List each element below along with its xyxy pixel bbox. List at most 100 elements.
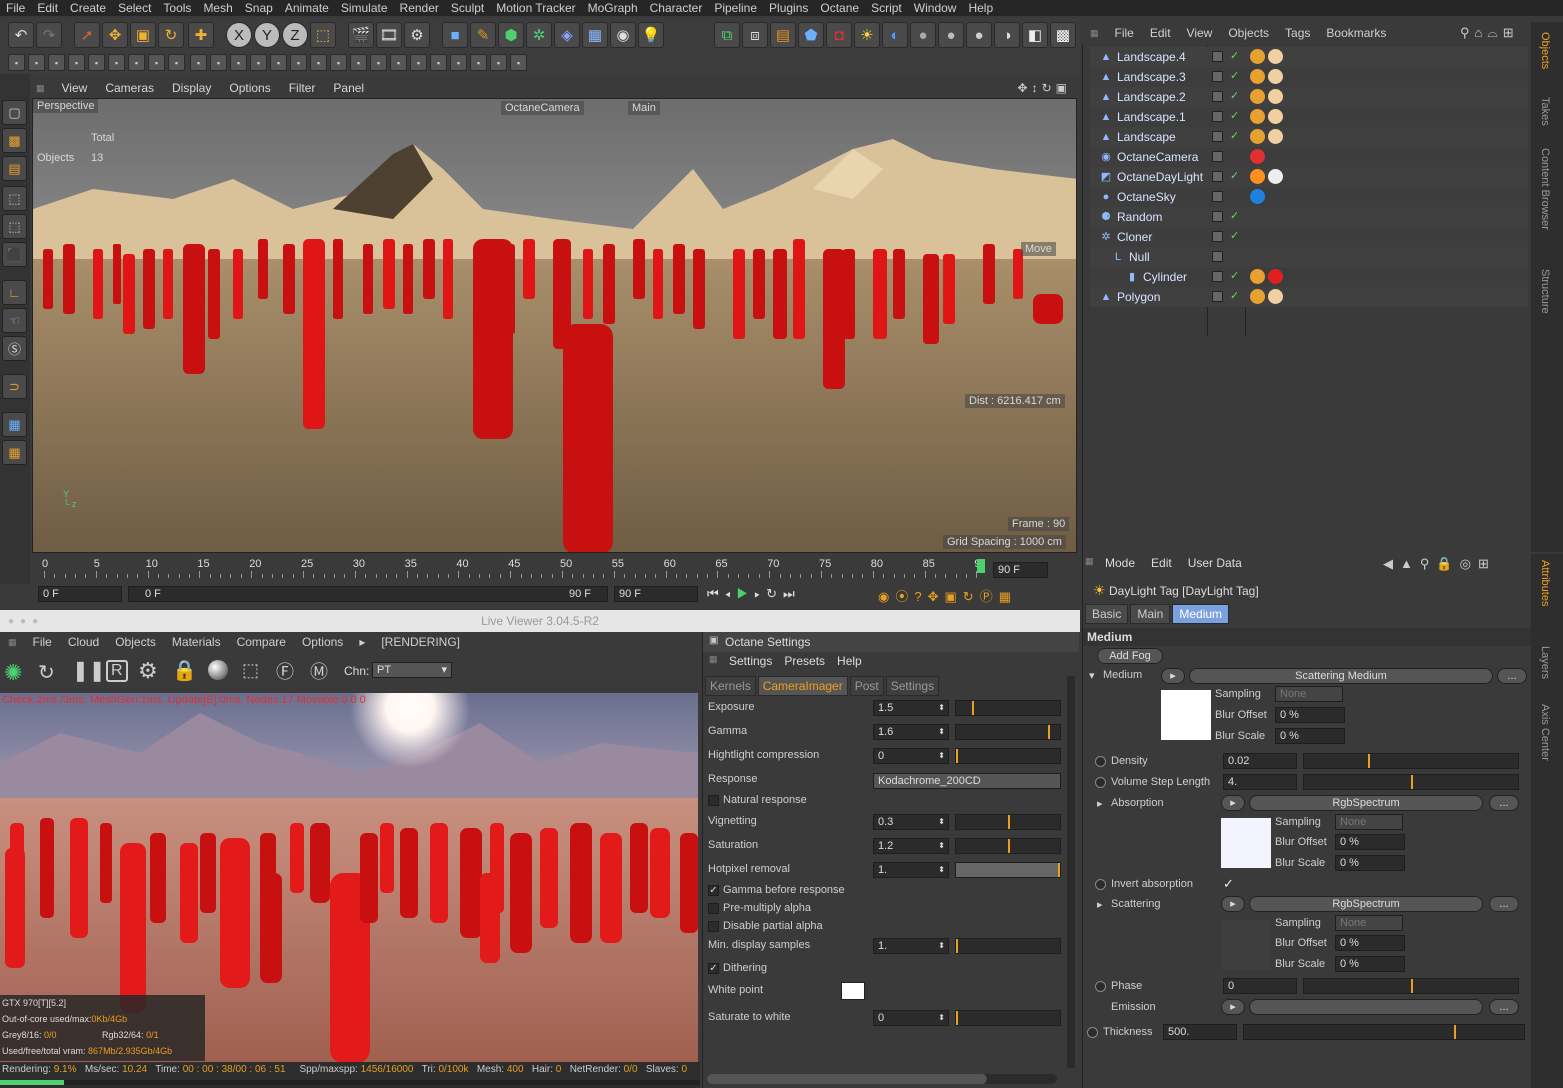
tag-icon[interactable]	[1268, 89, 1283, 104]
object-name[interactable]: Landscape	[1117, 130, 1176, 144]
object-name[interactable]: Landscape.1	[1117, 110, 1186, 124]
help-key-icon[interactable]: ?	[914, 589, 927, 604]
invert-absorption-radio[interactable]	[1095, 879, 1106, 890]
tag-icon[interactable]	[1268, 269, 1283, 284]
tag-icon[interactable]	[1250, 69, 1265, 84]
material-pin-icon[interactable]: Ⓜ	[310, 658, 328, 684]
blur-scale-field-1[interactable]: 0 %	[1275, 728, 1345, 744]
object-name[interactable]: Landscape.2	[1117, 90, 1186, 104]
sub-tool-20-icon[interactable]: ▪	[390, 54, 407, 71]
tag-icon[interactable]	[1250, 269, 1265, 284]
menu-octane[interactable]: Octane	[814, 1, 865, 15]
tag-icon[interactable]	[1268, 69, 1283, 84]
stepper-icon[interactable]: ⬍	[938, 701, 945, 715]
object-name[interactable]: OctaneDayLight	[1117, 170, 1203, 184]
absorption-value-button[interactable]: RgbSpectrum	[1249, 795, 1483, 811]
thickness-field[interactable]: 500.	[1163, 1024, 1237, 1040]
slider-handle[interactable]	[1454, 1025, 1456, 1039]
object-name[interactable]: OctaneCamera	[1117, 150, 1198, 164]
octane-material-4-icon[interactable]: ◑	[994, 22, 1020, 48]
range-slider[interactable]: 0 F 90 F	[128, 586, 608, 602]
attr-tab-main[interactable]: Main	[1130, 604, 1171, 624]
density-radio[interactable]	[1095, 756, 1106, 767]
3d-viewport[interactable]: Perspective OctaneCamera Main Total Obje…	[32, 98, 1077, 553]
loop-icon[interactable]: ↻	[766, 586, 783, 601]
emission-more-button[interactable]: ...	[1489, 999, 1519, 1015]
gamma-field[interactable]: 1.6 ⬍	[873, 724, 949, 740]
sub-tool-25-icon[interactable]: ▪	[490, 54, 507, 71]
slider-handle[interactable]	[956, 1011, 958, 1025]
visibility-toggle[interactable]	[1212, 271, 1223, 282]
sub-tool-12-icon[interactable]: ▪	[230, 54, 247, 71]
object-row[interactable]: ◩ OctaneDayLight ✓	[1090, 167, 1528, 187]
live-select-icon[interactable]: ✚	[188, 22, 214, 48]
sub-tool-7-icon[interactable]: ▪	[128, 54, 145, 71]
stepper-icon[interactable]: ⬍	[938, 863, 945, 877]
next-key-icon[interactable]: ▸	[754, 586, 766, 601]
slider-handle[interactable]	[1008, 839, 1010, 853]
emission-value-button[interactable]	[1249, 999, 1483, 1015]
blur-scale-field-2[interactable]: 0 %	[1335, 855, 1405, 871]
medium-arrow-button[interactable]: ▸	[1161, 668, 1185, 684]
hightlight-compression-field[interactable]: 0 ⬍	[873, 748, 949, 764]
light-icon[interactable]: 💡	[638, 22, 664, 48]
sub-tool-22-icon[interactable]: ▪	[430, 54, 447, 71]
tag-icon[interactable]	[1250, 189, 1265, 204]
octane-render-icon[interactable]: ⬟	[798, 22, 824, 48]
deformer-icon[interactable]: ◈	[554, 22, 580, 48]
floor-icon[interactable]: ▦	[582, 22, 608, 48]
menu-render[interactable]: Render	[394, 1, 445, 15]
scattering-arrow-button[interactable]: ▸	[1221, 896, 1245, 912]
disable-partial-checkbox[interactable]	[708, 921, 719, 932]
timeline[interactable]: 05101520253035404550556065707580859 90 F…	[30, 556, 1080, 608]
viewport-menu-panel[interactable]: Panel	[324, 81, 373, 95]
axis-mode-icon[interactable]: ∟	[2, 280, 27, 305]
phase-radio[interactable]	[1095, 981, 1106, 992]
visibility-toggle[interactable]	[1212, 211, 1223, 222]
enabled-check-icon[interactable]: ✓	[1230, 49, 1239, 62]
sub-tool-4-icon[interactable]: ▪	[68, 54, 85, 71]
octane-menu-settings[interactable]: Settings	[723, 654, 778, 668]
volume-step-slider[interactable]	[1303, 774, 1519, 790]
viewport-menu-options[interactable]: Options	[220, 81, 279, 95]
octane-material-5-icon[interactable]: ◧	[1022, 22, 1048, 48]
slider-handle[interactable]	[971, 701, 974, 715]
sub-tool-23-icon[interactable]: ▪	[450, 54, 467, 71]
enabled-check-icon[interactable]: ✓	[1230, 169, 1239, 182]
octane-scrollbar[interactable]	[1067, 676, 1075, 1068]
stepper-icon[interactable]: ⬍	[938, 839, 945, 853]
menu-simulate[interactable]: Simulate	[335, 1, 394, 15]
octane-camera-icon[interactable]: ◘	[826, 22, 852, 48]
visibility-toggle[interactable]	[1212, 291, 1223, 302]
tag-icon[interactable]	[1268, 129, 1283, 144]
absorption-arrow-button[interactable]: ▸	[1221, 795, 1245, 811]
slider-handle[interactable]	[956, 939, 958, 953]
octane-hscroll[interactable]	[707, 1074, 1057, 1084]
menu-motion-tracker[interactable]: Motion Tracker	[490, 1, 581, 15]
menu-file[interactable]: File	[0, 1, 31, 15]
saturate-to-white-slider[interactable]	[955, 1010, 1061, 1026]
saturation-slider[interactable]	[955, 838, 1061, 854]
emission-arrow-button[interactable]: ▸	[1221, 999, 1245, 1015]
phase-slider[interactable]	[1303, 978, 1519, 994]
objects-menu-tags[interactable]: Tags	[1277, 26, 1318, 40]
octane-tab-cameraimager[interactable]: CameraImager	[757, 676, 848, 696]
visibility-toggle[interactable]	[1212, 131, 1223, 142]
attribute-tools[interactable]: ◀▲⚲🔒◎⊞	[1383, 556, 1496, 572]
object-row[interactable]: ▲ Polygon ✓	[1090, 287, 1528, 307]
object-row[interactable]: ▲ Landscape.1 ✓	[1090, 107, 1528, 127]
material-ball-icon[interactable]	[208, 660, 228, 680]
object-row[interactable]: ▮ Cylinder ✓	[1090, 267, 1528, 287]
dithering-checkbox[interactable]: ✓	[708, 963, 719, 974]
lv-menu-compare[interactable]: Compare	[229, 635, 294, 649]
render-view[interactable]: Check:2ms./3ms. MeshGen:1ms. Update[E]:0…	[0, 693, 698, 1063]
sub-tool-1-icon[interactable]: ▪	[8, 54, 25, 71]
pla-key-icon[interactable]: ▦	[999, 589, 1017, 604]
autokey-icon[interactable]: ⦿	[895, 589, 914, 604]
object-name[interactable]: OctaneSky	[1117, 190, 1176, 204]
object-row[interactable]: ▲ Landscape.4 ✓	[1090, 47, 1528, 67]
side-tab-structure[interactable]: Structure	[1539, 269, 1551, 314]
visibility-toggle[interactable]	[1212, 171, 1223, 182]
sub-tool-13-icon[interactable]: ▪	[250, 54, 267, 71]
absorption-expander-icon[interactable]: ▸	[1097, 797, 1103, 810]
